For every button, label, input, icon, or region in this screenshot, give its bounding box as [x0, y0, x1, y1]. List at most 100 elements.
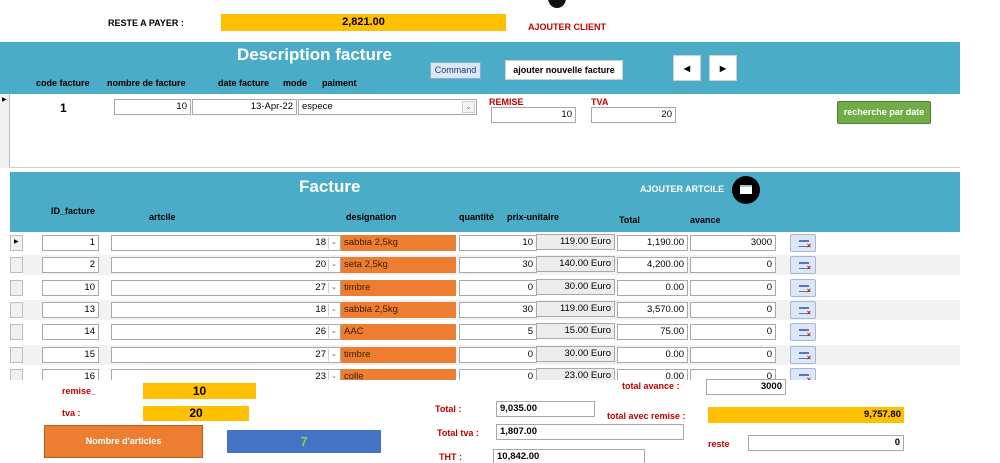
- row-article-select[interactable]: 18 ⌄: [111, 302, 341, 318]
- chevron-down-icon[interactable]: ⌄: [328, 326, 339, 338]
- row-id-field[interactable]: 16: [42, 369, 99, 380]
- delete-row-button[interactable]: ×: [790, 346, 816, 364]
- row-designation: sabbia 2,5kg: [341, 302, 456, 318]
- row-prix-unitaire: 140.00 Euro: [536, 256, 615, 272]
- row-article-value: 20: [315, 259, 326, 270]
- row-avance-field[interactable]: 0: [690, 347, 776, 363]
- row-selector[interactable]: ▶: [10, 235, 23, 251]
- total-label: Total :: [435, 404, 462, 414]
- nombre-articles-value: 7: [227, 430, 381, 453]
- row-quantite-field[interactable]: 5: [459, 324, 537, 340]
- row-prix-unitaire: 30.00 Euro: [536, 346, 615, 362]
- row-prix-unitaire: 15.00 Euro: [536, 323, 615, 339]
- tht-label: THT :: [439, 452, 462, 462]
- total-tva-label: Total tva :: [437, 428, 479, 438]
- delete-row-button[interactable]: ×: [790, 301, 816, 319]
- row-selector[interactable]: [10, 369, 23, 380]
- delete-row-button[interactable]: ×: [790, 323, 816, 341]
- row-avance-field[interactable]: 3000: [690, 235, 776, 251]
- row-designation: sabbia 2,5kg: [341, 235, 456, 251]
- row-prix-unitaire: 119.00 Euro: [536, 301, 615, 317]
- row-total: 3,570.00: [617, 302, 688, 318]
- total-avec-remise-label: total avec remise :: [607, 411, 686, 421]
- total-tva-value: 1,807.00: [496, 424, 684, 440]
- row-prix-unitaire: 119.00 Euro: [536, 234, 615, 250]
- row-article-select[interactable]: 18 ⌄: [111, 235, 341, 251]
- row-id-field[interactable]: 1: [42, 235, 99, 251]
- row-selector[interactable]: [10, 324, 23, 340]
- row-quantite-field[interactable]: 30: [459, 302, 537, 318]
- row-avance-field[interactable]: 0: [690, 257, 776, 273]
- delete-x-icon: ×: [806, 332, 811, 339]
- summary-remise-label: remise_: [62, 386, 97, 396]
- chevron-down-icon[interactable]: ⌄: [328, 304, 339, 316]
- row-quantite-field[interactable]: 30: [459, 257, 537, 273]
- row-designation: timbre: [341, 347, 456, 363]
- row-quantite-field[interactable]: 0: [459, 280, 537, 296]
- current-record-icon: ▶: [14, 239, 19, 245]
- row-article-select[interactable]: 27 ⌄: [111, 347, 341, 363]
- chevron-down-icon[interactable]: ⌄: [328, 282, 339, 294]
- tht-value: 10,842.00: [493, 449, 645, 463]
- reste-value: 0: [748, 435, 904, 451]
- delete-row-button[interactable]: ×: [790, 256, 816, 274]
- row-article-value: 27: [315, 282, 326, 293]
- row-total: 75.00: [617, 324, 688, 340]
- row-article-value: 26: [315, 326, 326, 337]
- row-article-value: 27: [315, 349, 326, 360]
- row-article-value: 23: [315, 371, 326, 380]
- delete-row-button[interactable]: ×: [790, 234, 816, 252]
- chevron-down-icon[interactable]: ⌄: [328, 371, 339, 380]
- nombre-articles-label: Nombre d'articles: [44, 425, 203, 458]
- row-id-field[interactable]: 14: [42, 324, 99, 340]
- row-id-field[interactable]: 10: [42, 280, 99, 296]
- row-selector[interactable]: [10, 257, 23, 273]
- row-designation: AAC: [341, 324, 456, 340]
- row-article-select[interactable]: 20 ⌄: [111, 257, 341, 273]
- summary-remise-value: 10: [143, 383, 256, 399]
- row-designation: colle: [341, 369, 456, 380]
- row-avance-field[interactable]: 0: [690, 302, 776, 318]
- total-avance-label: total avance :: [622, 381, 680, 391]
- reste-label: reste: [708, 439, 730, 449]
- row-designation: timbre: [341, 280, 456, 296]
- delete-x-icon: ×: [806, 288, 811, 295]
- row-selector[interactable]: [10, 347, 23, 363]
- row-selector[interactable]: [10, 302, 23, 318]
- row-quantite-field[interactable]: 10: [459, 235, 537, 251]
- row-total: 0.00: [617, 369, 688, 380]
- facture-rows: ▶ 1 18 ⌄ sabbia 2,5kg 10 119.00 Euro 1,190.00 30…: [0, 0, 1000, 380]
- row-id-field[interactable]: 13: [42, 302, 99, 318]
- row-designation: seta 2,5kg: [341, 257, 456, 273]
- row-article-select[interactable]: 27 ⌄: [111, 280, 341, 296]
- total-avec-remise-value: 9,757.80: [708, 407, 904, 423]
- row-prix-unitaire: 23.00 Euro: [536, 368, 615, 380]
- row-quantite-field[interactable]: 0: [459, 347, 537, 363]
- row-total: 0.00: [617, 347, 688, 363]
- delete-row-button[interactable]: ×: [790, 368, 816, 380]
- row-article-value: 18: [315, 304, 326, 315]
- total-avance-value: 3000: [706, 379, 786, 395]
- row-article-value: 18: [315, 237, 326, 248]
- row-total: 4,200.00: [617, 257, 688, 273]
- chevron-down-icon[interactable]: ⌄: [328, 259, 339, 271]
- row-article-select[interactable]: 23 ⌄: [111, 369, 341, 380]
- row-id-field[interactable]: 2: [42, 257, 99, 273]
- row-avance-field[interactable]: 0: [690, 280, 776, 296]
- row-total: 1,190.00: [617, 235, 688, 251]
- row-article-select[interactable]: 26 ⌄: [111, 324, 341, 340]
- summary-tva-value: 20: [143, 406, 249, 421]
- delete-row-button[interactable]: ×: [790, 279, 816, 297]
- chevron-down-icon[interactable]: ⌄: [328, 349, 339, 361]
- delete-x-icon: ×: [806, 243, 811, 250]
- row-selector[interactable]: [10, 280, 23, 296]
- delete-x-icon: ×: [806, 265, 811, 272]
- row-avance-field[interactable]: 0: [690, 324, 776, 340]
- row-prix-unitaire: 30.00 Euro: [536, 279, 615, 295]
- row-id-field[interactable]: 15: [42, 347, 99, 363]
- delete-x-icon: ×: [806, 310, 811, 317]
- chevron-down-icon[interactable]: ⌄: [328, 237, 339, 249]
- row-quantite-field[interactable]: 0: [459, 369, 537, 380]
- row-total: 0.00: [617, 280, 688, 296]
- total-value: 9,035.00: [496, 401, 595, 417]
